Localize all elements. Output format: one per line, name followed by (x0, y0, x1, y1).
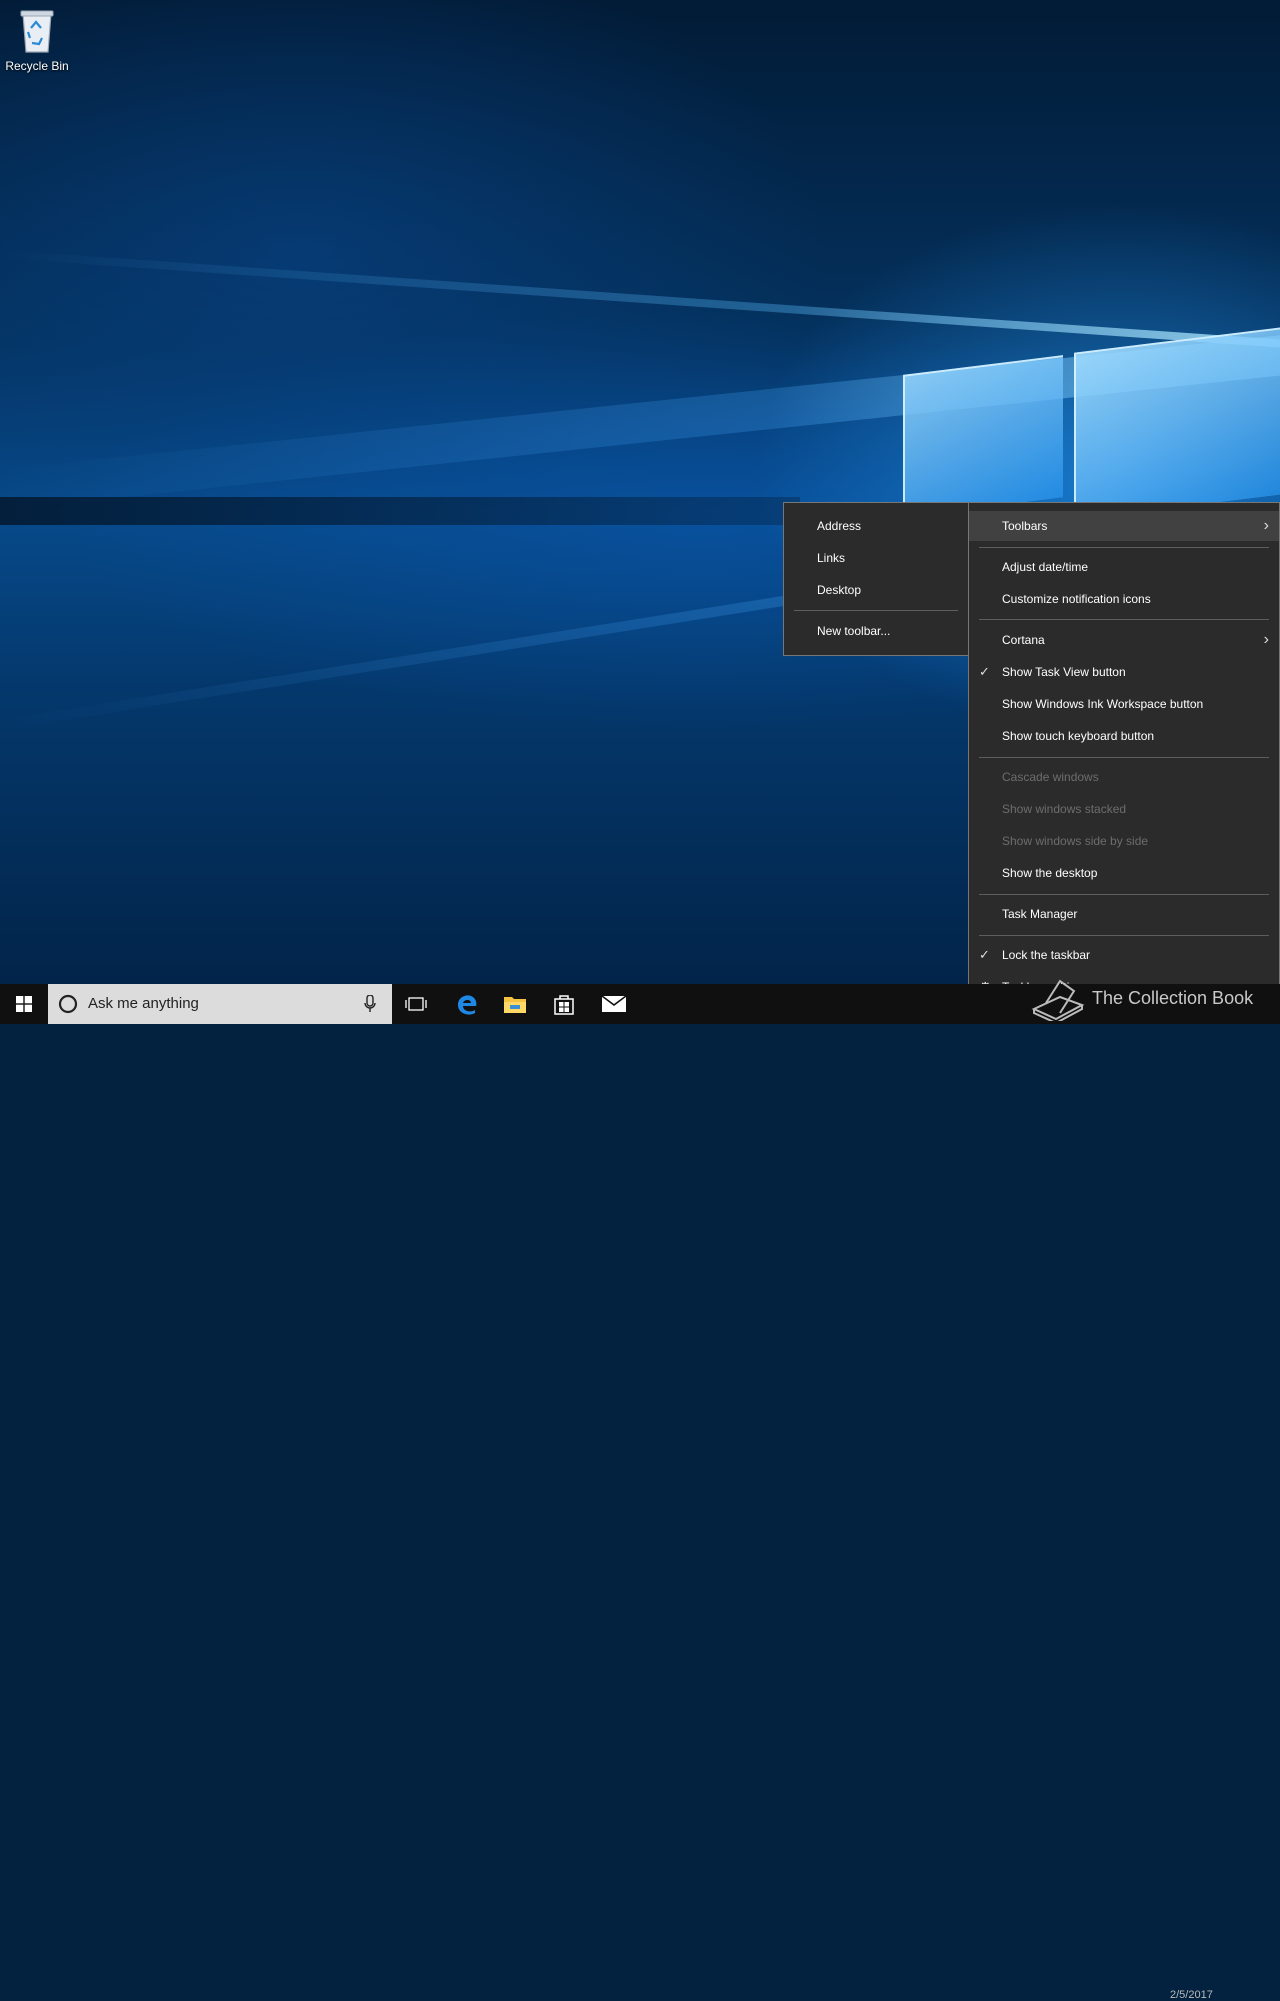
menu-item-label: Show windows stacked (1002, 802, 1127, 816)
clock-date[interactable]: 2/5/2017 (1170, 1989, 1213, 2001)
menu-separator (979, 547, 1269, 548)
watermark-text: The Collection Book (1092, 988, 1254, 1008)
task-view-icon (405, 997, 427, 1011)
menu-item-cascade-windows: Cascade windows (969, 762, 1279, 792)
submenu-item-address[interactable]: Address (784, 511, 968, 541)
menu-item-show-touch-keyboard[interactable]: Show touch keyboard button (969, 721, 1279, 751)
menu-item-show-ink-workspace[interactable]: Show Windows Ink Workspace button (969, 689, 1279, 719)
menu-item-label: Toolbars (1002, 519, 1048, 533)
menu-item-windows-stacked: Show windows stacked (969, 794, 1279, 824)
chevron-right-icon: › (1263, 631, 1269, 648)
light-beam (0, 250, 1280, 351)
folder-icon (504, 997, 526, 1013)
menu-item-label: Cortana (1002, 633, 1045, 647)
edge-button[interactable] (443, 984, 491, 1024)
book-icon (1031, 979, 1085, 1021)
menu-item-label: Show Task View button (1002, 665, 1126, 679)
menu-item-label: New toolbar... (817, 624, 891, 638)
menu-separator (979, 935, 1269, 936)
menu-item-adjust-datetime[interactable]: Adjust date/time (969, 552, 1279, 582)
menu-item-label: Show the desktop (1002, 866, 1098, 880)
file-explorer-button[interactable] (491, 984, 539, 1024)
menu-item-show-desktop[interactable]: Show the desktop (969, 858, 1279, 888)
task-view-button[interactable] (392, 984, 440, 1024)
shadow-band (0, 497, 800, 525)
menu-item-windows-side-by-side: Show windows side by side (969, 826, 1279, 856)
menu-item-label: Address (817, 519, 862, 533)
menu-separator (979, 619, 1269, 620)
windows-logo-pane (903, 355, 1063, 517)
store-button[interactable] (540, 984, 588, 1024)
edge-icon (458, 995, 477, 1015)
menu-item-label: Show touch keyboard button (1002, 729, 1155, 743)
submenu-item-new-toolbar[interactable]: New toolbar... (784, 616, 968, 646)
menu-item-label: Customize notification icons (1002, 592, 1151, 606)
recycle-bin-shortcut[interactable]: Recycle Bin (3, 8, 71, 78)
menu-separator (979, 894, 1269, 895)
watermark: The Collection Book (1030, 975, 1270, 1021)
menu-item-label: Task Manager (1002, 907, 1078, 921)
menu-item-toolbars[interactable]: Toolbars › (969, 511, 1279, 541)
checkmark-icon: ✓ (979, 947, 990, 962)
menu-item-label: Desktop (817, 583, 862, 597)
menu-item-show-task-view[interactable]: ✓ Show Task View button (969, 657, 1279, 687)
submenu-item-desktop[interactable]: Desktop (784, 575, 968, 605)
menu-separator (794, 610, 958, 611)
menu-item-label: Links (817, 551, 846, 565)
windows-start-icon (16, 996, 32, 1012)
checkmark-icon: ✓ (979, 664, 990, 679)
menu-separator (979, 757, 1269, 758)
store-bag-icon (554, 995, 574, 1015)
menu-item-label: Lock the taskbar (1002, 948, 1091, 962)
recycle-bin-icon (20, 10, 54, 53)
toolbars-submenu: Address Links Desktop New toolbar... (783, 502, 969, 656)
mail-button[interactable] (590, 984, 638, 1024)
taskbar-context-menu: Toolbars › Adjust date/time Customize not… (968, 502, 1280, 1010)
menu-item-label: Adjust date/time (1002, 560, 1089, 574)
windows-logo-pane (1074, 327, 1280, 520)
menu-item-task-manager[interactable]: Task Manager (969, 899, 1279, 929)
microphone-icon[interactable] (364, 995, 376, 1013)
menu-item-cortana[interactable]: Cortana › (969, 625, 1279, 655)
cortana-search-box[interactable]: Ask me anything (48, 984, 392, 1024)
menu-item-label: Show Windows Ink Workspace button (1002, 697, 1204, 711)
menu-item-customize-notification-icons[interactable]: Customize notification icons (969, 584, 1279, 614)
menu-item-label: Cascade windows (1002, 770, 1099, 784)
start-button[interactable] (0, 984, 48, 1024)
submenu-item-links[interactable]: Links (784, 543, 968, 573)
chevron-right-icon: › (1263, 517, 1269, 534)
menu-item-lock-taskbar[interactable]: ✓ Lock the taskbar (969, 940, 1279, 970)
recycle-bin-label: Recycle Bin (5, 59, 69, 73)
cortana-circle-icon (58, 994, 78, 1014)
search-placeholder: Ask me anything (88, 995, 199, 1012)
mail-icon (601, 995, 627, 1012)
menu-item-label: Show windows side by side (1002, 834, 1149, 848)
